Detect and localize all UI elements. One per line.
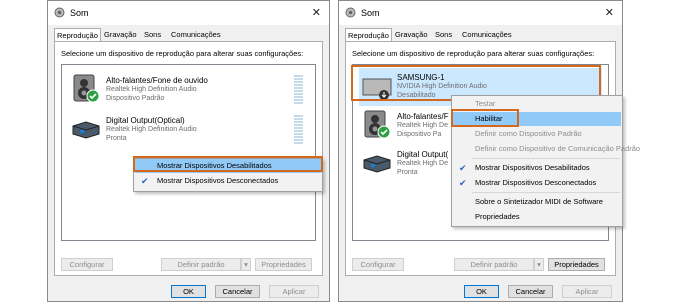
sound-dialog-right: Som ✕ Reprodução Gravação Sons Comunicaç…	[338, 0, 640, 302]
device-status: Pronta	[397, 169, 418, 176]
tab-sounds[interactable]: Sons	[433, 29, 454, 40]
device-name: Alto-falantes/F	[397, 112, 449, 121]
check-icon: ✔	[141, 176, 149, 186]
menu-item-properties[interactable]: Propriedades	[453, 210, 621, 224]
device-item[interactable]: Digital Output(Optical) Realtek High Def…	[68, 111, 309, 149]
device-driver: Realtek High Definition Audio	[106, 126, 197, 133]
ok-button[interactable]: OK	[464, 285, 499, 298]
properties-button[interactable]: Propriedades	[255, 258, 312, 271]
menu-separator	[472, 158, 620, 159]
menu-item-label: Mostrar Dispositivos Desconectados	[475, 178, 597, 187]
highlight-box	[133, 156, 323, 172]
device-status: Dispositivo Pa	[397, 131, 442, 138]
apply-button[interactable]: Aplicar	[269, 285, 319, 298]
check-icon: ✔	[459, 178, 467, 188]
set-default-button[interactable]: Definir padrão	[454, 258, 534, 271]
configure-button[interactable]: Configurar	[352, 258, 404, 271]
device-status: Dispositivo Padrão	[106, 95, 165, 102]
check-icon: ✔	[459, 163, 467, 173]
tab-sounds[interactable]: Sons	[142, 29, 163, 40]
device-driver: Realtek High De	[397, 122, 448, 129]
title-bar: Som ✕	[48, 1, 329, 25]
configure-button[interactable]: Configurar	[61, 258, 113, 271]
tab-recording[interactable]: Gravação	[102, 29, 139, 40]
tab-communications[interactable]: Comunicações	[169, 29, 223, 40]
menu-item-show-disconnected[interactable]: ✔ Mostrar Dispositivos Desconectados	[453, 176, 621, 190]
speaker-icon	[364, 110, 391, 139]
tab-communications[interactable]: Comunicações	[460, 29, 514, 40]
tab-playback[interactable]: Reprodução	[345, 28, 392, 42]
device-driver: Realtek High Definition Audio	[106, 86, 197, 93]
volume-meter	[294, 75, 303, 105]
device-list[interactable]: Alto-falantes/Fone de ouvido Realtek Hig…	[61, 64, 316, 241]
set-default-button[interactable]: Definir padrão	[161, 258, 241, 271]
cancel-button[interactable]: Cancelar	[508, 285, 553, 298]
menu-item-label: Mostrar Dispositivos Desabilitados	[475, 163, 590, 172]
device-status: Pronta	[106, 135, 127, 142]
menu-item-label: Mostrar Dispositivos Desconectados	[157, 176, 279, 185]
window-title: Som	[361, 8, 380, 18]
volume-meter	[294, 115, 303, 145]
device-name: Alto-falantes/Fone de ouvido	[106, 76, 208, 85]
set-default-dropdown[interactable]: ▾	[241, 258, 251, 271]
title-bar: Som ✕	[339, 1, 622, 25]
ok-button[interactable]: OK	[171, 285, 206, 298]
speaker-icon	[73, 74, 100, 103]
sound-dialog-left: Som ✕ Reprodução Gravação Sons Comunicaç…	[47, 0, 330, 302]
apply-button[interactable]: Aplicar	[562, 285, 612, 298]
sound-app-icon	[54, 7, 65, 18]
menu-item-show-disconnected[interactable]: ✔ Mostrar Dispositivos Desconectados	[135, 174, 321, 188]
close-icon[interactable]: ✕	[605, 6, 614, 19]
properties-button[interactable]: Propriedades	[548, 258, 605, 271]
tab-recording[interactable]: Gravação	[393, 29, 430, 40]
window-title: Som	[70, 8, 89, 18]
highlight-box	[451, 109, 519, 127]
set-default-dropdown[interactable]: ▾	[534, 258, 544, 271]
device-item[interactable]: Alto-falantes/Fone de ouvido Realtek Hig…	[68, 71, 309, 109]
instruction-text: Selecione um dispositivo de reprodução p…	[352, 49, 595, 58]
device-name: Digital Output(	[397, 150, 449, 159]
menu-item-about-midi[interactable]: Sobre o Sintetizador MIDI de Software	[453, 195, 621, 209]
device-name: Digital Output(Optical)	[106, 116, 185, 125]
sound-app-icon	[345, 7, 356, 18]
menu-separator	[472, 192, 620, 193]
menu-item-show-disabled[interactable]: ✔ Mostrar Dispositivos Desabilitados	[453, 161, 621, 175]
tab-playback[interactable]: Reprodução	[54, 28, 101, 42]
close-icon[interactable]: ✕	[312, 6, 321, 19]
cancel-button[interactable]: Cancelar	[215, 285, 260, 298]
optical-output-icon	[72, 121, 100, 139]
device-driver: Realtek High De	[397, 160, 448, 167]
optical-output-icon	[363, 155, 391, 173]
menu-item-set-communication-default[interactable]: Definir como Dispositivo de Comunicação …	[453, 142, 640, 156]
menu-item-set-default[interactable]: Definir como Dispositivo Padrão	[453, 127, 621, 141]
instruction-text: Selecione um dispositivo de reprodução p…	[61, 49, 304, 58]
